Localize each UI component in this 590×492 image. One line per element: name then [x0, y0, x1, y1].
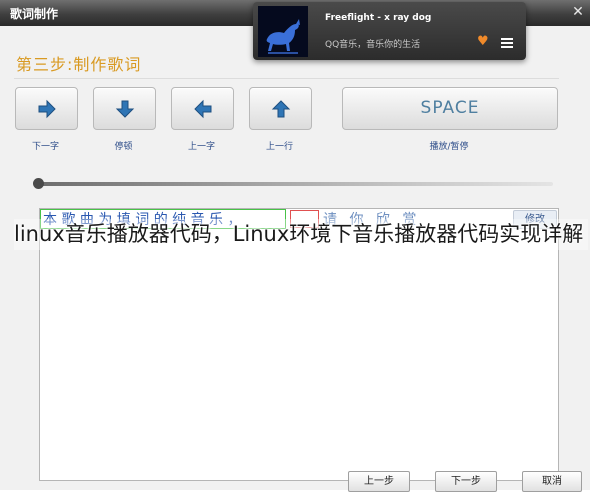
- menu-icon[interactable]: [501, 38, 513, 48]
- previous-step-button[interactable]: 上一步: [348, 471, 410, 492]
- overlay-caption: linux音乐播放器代码，Linux环境下音乐播放器代码实现详解: [14, 219, 588, 250]
- window-title: 歌词制作: [10, 7, 59, 21]
- heart-icon[interactable]: ♥: [477, 35, 491, 49]
- play-pause-label: 播放/暂停: [429, 142, 469, 152]
- arrow-down-icon: [115, 100, 135, 118]
- prev-char-button[interactable]: [171, 87, 234, 130]
- cancel-button[interactable]: 取消: [522, 471, 582, 492]
- pause-button[interactable]: [93, 87, 156, 130]
- prev-line-label: 上一行: [265, 142, 293, 152]
- divider: [14, 78, 559, 79]
- play-pause-button[interactable]: SPACE: [342, 87, 558, 130]
- arrow-up-icon: [271, 100, 291, 118]
- progress-handle[interactable]: [33, 178, 44, 189]
- prev-char-label: 上一字: [187, 142, 215, 152]
- arrow-left-icon: [194, 99, 212, 119]
- prev-line-button[interactable]: [249, 87, 312, 130]
- close-icon[interactable]: ✕: [568, 2, 588, 22]
- track-subtitle: QQ音乐，音乐你的生活: [325, 40, 421, 50]
- arrow-right-icon: [38, 99, 56, 119]
- next-char-label: 下一字: [31, 142, 59, 152]
- track-title: Freeflight - x ray dog: [325, 13, 432, 23]
- music-notification[interactable]: Freeflight - x ray dog QQ音乐，音乐你的生活 ♥: [253, 2, 526, 60]
- dialog-content: 第三步:制作歌词 SPACE 下一字 停顿 上一字 上一行 播放/暂停 本 歌 …: [0, 26, 590, 492]
- album-art: [258, 6, 308, 57]
- progress-track[interactable]: [38, 182, 553, 186]
- step-title: 第三步:制作歌词: [16, 55, 142, 74]
- next-step-button[interactable]: 下一步: [435, 471, 497, 492]
- pause-label: 停顿: [114, 142, 133, 152]
- next-char-button[interactable]: [15, 87, 78, 130]
